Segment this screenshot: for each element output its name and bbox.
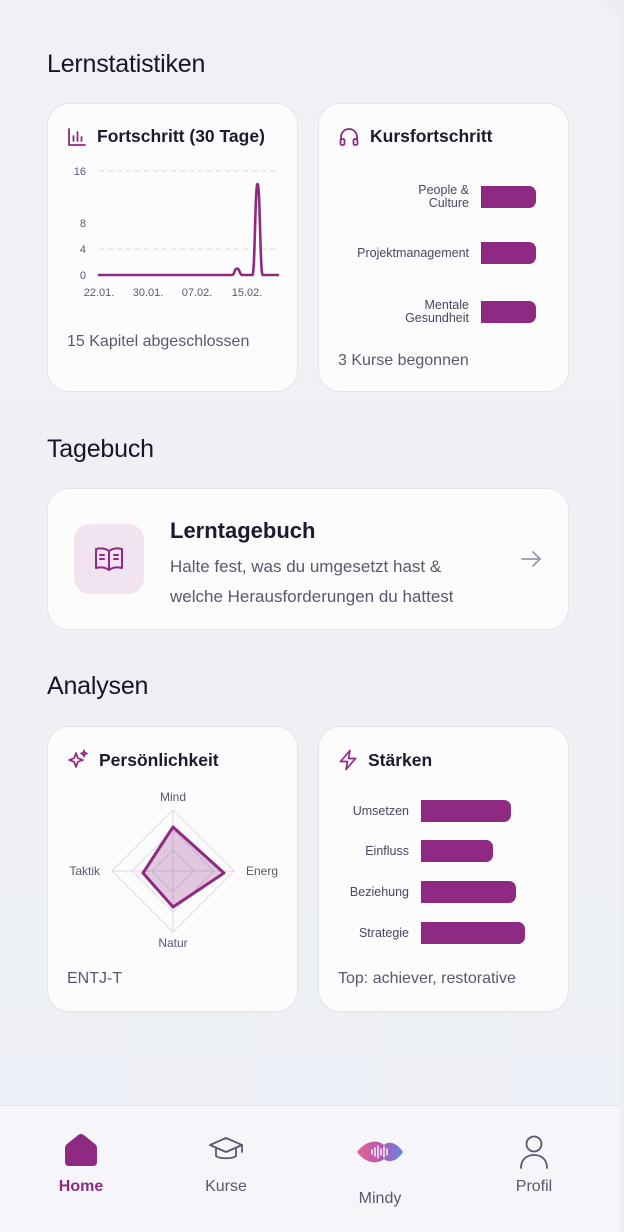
arrow-right-icon[interactable] — [520, 549, 542, 569]
x-tick-label-0: 22.01. — [84, 287, 115, 299]
course-card-header: Kursfortschritt — [338, 126, 493, 147]
nav-profil-label: Profil — [515, 1178, 553, 1195]
personality-radar-chart: Mind Energ Natur Taktik — [69, 790, 278, 950]
nav-mindy-label: Mindy — [358, 1190, 402, 1207]
course-bar-label-line: Culture — [428, 196, 469, 210]
radar-label-top: Mind — [160, 790, 186, 804]
app-screen: Lernstatistiken Fortschritt (30 Tage) 0 4… — [0, 0, 620, 1232]
journal-card-title: Lerntagebuch — [170, 518, 316, 543]
course-bar-label: Mentale Gesundheit — [319, 299, 469, 325]
radar-chart-clip: Mind Energ Natur Taktik — [48, 789, 278, 959]
strength-bar-row[interactable]: Beziehung — [319, 881, 516, 903]
strength-bar-row[interactable]: Strategie — [319, 922, 525, 944]
strengths-card[interactable]: Stärken Umsetzen Einfluss Beziehung Strateg… — [318, 726, 569, 1012]
strength-bar — [421, 922, 525, 944]
course-footer: 3 Kurse begonnen — [338, 352, 469, 369]
journal-desc-line-1: Halte fest, was du umgesetzt hast & — [170, 557, 442, 576]
personality-card-header: Persönlichkeit — [67, 749, 219, 771]
strength-bar-label: Einfluss — [365, 843, 409, 858]
progress-card[interactable]: Fortschritt (30 Tage) 0 4 8 16 22.01. 30.01. 0… — [47, 103, 298, 392]
nav-kurse-label: Kurse — [205, 1178, 247, 1195]
strength-bar-label: Strategie — [358, 925, 409, 940]
bar-chart-icon — [67, 127, 87, 147]
home-icon — [64, 1133, 98, 1167]
y-tick-label-8: 8 — [80, 218, 86, 230]
journal-card-description: Halte fest, was du umgesetzt hast & welc… — [170, 552, 454, 612]
strength-bar-label: Umsetzen — [352, 803, 409, 818]
course-card-title: Kursfortschritt — [370, 126, 493, 146]
journal-card[interactable]: Lerntagebuch Halte fest, was du umgesetz… — [47, 488, 569, 630]
personality-card-title: Persönlichkeit — [99, 749, 219, 770]
course-bar-row[interactable]: Projektmanagement — [319, 242, 536, 264]
mindy-wave-icon — [355, 1137, 405, 1167]
course-progress-bar — [481, 301, 536, 323]
section-title-stats: Lernstatistiken — [47, 50, 206, 78]
radar-label-left: Taktik — [69, 864, 101, 878]
course-bar-row[interactable]: Mentale Gesundheit — [319, 299, 536, 325]
progress-footer: 15 Kapitel abgeschlossen — [67, 333, 250, 350]
course-bar-label: Projektmanagement — [319, 245, 469, 260]
personality-card[interactable]: Persönlichkeit Mind Energ Natur Taktik E… — [47, 726, 298, 1012]
strengths-card-title: Stärken — [368, 749, 433, 770]
strength-bar-label: Beziehung — [349, 884, 409, 899]
section-title-analyses: Analysen — [47, 672, 149, 700]
lightning-icon — [338, 749, 358, 771]
user-icon — [519, 1134, 549, 1170]
radar-label-bottom: Natur — [158, 936, 187, 950]
progress-card-title: Fortschritt (30 Tage) — [97, 126, 265, 146]
nav-home-label: Home — [58, 1178, 104, 1195]
strength-bar — [421, 881, 516, 903]
progress-line-chart: 0 4 8 16 22.01. 30.01. 07.02. 15.02. — [74, 166, 280, 299]
radar-label-right: Energ — [246, 864, 278, 878]
y-tick-label-0: 0 — [80, 270, 86, 282]
headphones-icon — [338, 127, 360, 147]
progress-series-line — [97, 182, 280, 277]
strength-bar-row[interactable]: Einfluss — [319, 840, 493, 862]
x-tick-label-3: 15.02. — [232, 287, 263, 299]
section-title-journal: Tagebuch — [47, 435, 154, 463]
course-progress-card[interactable]: Kursfortschritt People & Culture Projektma… — [318, 103, 569, 392]
journal-icon-box — [74, 524, 144, 594]
graduation-cap-icon — [208, 1136, 244, 1164]
strengths-card-header: Stärken — [338, 749, 432, 771]
progress-card-header: Fortschritt (30 Tage) — [67, 126, 265, 147]
course-bar-row[interactable]: People & Culture — [319, 184, 536, 210]
y-tick-label-4: 4 — [80, 244, 86, 256]
sparkles-icon — [67, 749, 89, 771]
journal-desc-line-2: welche Herausforderungen du hattest — [170, 587, 454, 606]
strength-bar — [421, 800, 511, 822]
course-bar-label-line: Projektmanagement — [357, 245, 469, 260]
strength-bar — [421, 840, 493, 862]
bottom-nav: Home Kurse Mindy Profil — [0, 1105, 620, 1232]
x-tick-label-1: 30.01. — [133, 287, 164, 299]
x-tick-label-2: 07.02. — [182, 287, 213, 299]
course-bar-label: People & Culture — [319, 184, 469, 210]
strengths-footer: Top: achiever, restorative — [338, 970, 516, 987]
course-progress-bar — [481, 242, 536, 264]
strength-bar-row[interactable]: Umsetzen — [319, 800, 511, 822]
open-book-icon — [93, 545, 125, 573]
radar-shape — [141, 825, 226, 909]
y-tick-label-16: 16 — [74, 166, 86, 178]
personality-type: ENTJ-T — [67, 970, 123, 987]
course-bar-label-line: Gesundheit — [405, 311, 469, 325]
course-progress-bar — [481, 186, 536, 208]
